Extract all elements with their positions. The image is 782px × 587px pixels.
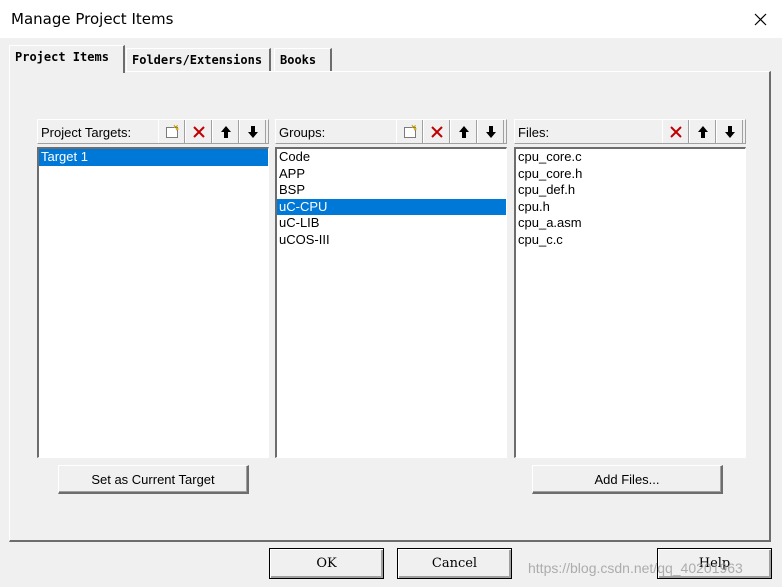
tab-label: Books	[280, 53, 317, 67]
delete-target-button[interactable]	[185, 120, 212, 143]
arrow-down-icon	[485, 125, 496, 138]
delete-icon	[192, 125, 205, 138]
button-label: Cancel	[431, 556, 478, 571]
window-title: Manage Project Items	[11, 10, 174, 28]
tab-project-items[interactable]: Project Items	[9, 45, 125, 73]
move-file-down-button[interactable]	[716, 120, 743, 143]
list-item[interactable]: Target 1	[39, 149, 268, 166]
groups-header-label: Groups:	[279, 125, 326, 140]
move-target-down-button[interactable]	[239, 120, 266, 143]
delete-icon	[430, 125, 443, 138]
list-item[interactable]: cpu_core.h	[516, 166, 745, 183]
list-item[interactable]: APP	[277, 166, 506, 183]
targets-header-label: Project Targets:	[41, 125, 132, 140]
move-group-down-button[interactable]	[477, 120, 504, 143]
move-target-up-button[interactable]	[212, 120, 239, 143]
delete-group-button[interactable]	[423, 120, 450, 143]
arrow-down-icon	[247, 125, 258, 138]
button-label: Set as Current Target	[91, 471, 215, 487]
list-item[interactable]: cpu.h	[516, 199, 745, 216]
title-bar: Manage Project Items	[0, 0, 782, 38]
tab-books[interactable]: Books	[274, 48, 332, 72]
list-item[interactable]: uC-LIB	[277, 215, 506, 232]
tab-folders-extensions[interactable]: Folders/Extensions	[126, 48, 271, 72]
ok-button[interactable]: OK	[269, 548, 384, 579]
new-target-button[interactable]	[158, 120, 185, 143]
list-item[interactable]: cpu_core.c	[516, 149, 745, 166]
arrow-up-icon	[220, 125, 231, 138]
close-button[interactable]	[742, 3, 778, 35]
close-icon	[754, 13, 766, 25]
list-item[interactable]: cpu_c.c	[516, 232, 745, 249]
set-current-target-button[interactable]: Set as Current Target	[58, 465, 249, 494]
delete-icon	[669, 125, 682, 138]
list-item[interactable]: uCOS-III	[277, 232, 506, 249]
new-item-icon	[403, 124, 417, 138]
button-label: Add Files...	[594, 471, 660, 487]
new-item-icon	[165, 124, 179, 138]
list-item[interactable]: uC-CPU	[277, 198, 506, 215]
groups-header: Groups:	[275, 119, 507, 144]
watermark: https://blog.csdn.net/qq_40201963	[528, 560, 743, 576]
list-item[interactable]: Code	[277, 149, 506, 166]
new-group-button[interactable]	[396, 120, 423, 143]
move-group-up-button[interactable]	[450, 120, 477, 143]
add-files-button[interactable]: Add Files...	[532, 465, 723, 494]
files-list[interactable]: cpu_core.c cpu_core.h cpu_def.h cpu.h cp…	[514, 147, 746, 458]
tab-label: Folders/Extensions	[132, 53, 263, 67]
arrow-up-icon	[458, 125, 469, 138]
targets-list[interactable]: Target 1	[37, 147, 269, 458]
arrow-up-icon	[697, 125, 708, 138]
cancel-button[interactable]: Cancel	[397, 548, 512, 579]
list-item[interactable]: BSP	[277, 182, 506, 199]
arrow-down-icon	[724, 125, 735, 138]
list-item[interactable]: cpu_a.asm	[516, 215, 745, 232]
files-header: Files:	[514, 119, 746, 144]
move-file-up-button[interactable]	[689, 120, 716, 143]
button-label: OK	[316, 556, 337, 571]
list-item[interactable]: cpu_def.h	[516, 182, 745, 199]
files-header-label: Files:	[518, 125, 550, 140]
targets-header: Project Targets:	[37, 119, 269, 144]
groups-list[interactable]: Code APP BSP uC-CPU uC-LIB uCOS-III	[275, 147, 507, 458]
delete-file-button[interactable]	[662, 120, 689, 143]
tab-label: Project Items	[15, 50, 109, 64]
